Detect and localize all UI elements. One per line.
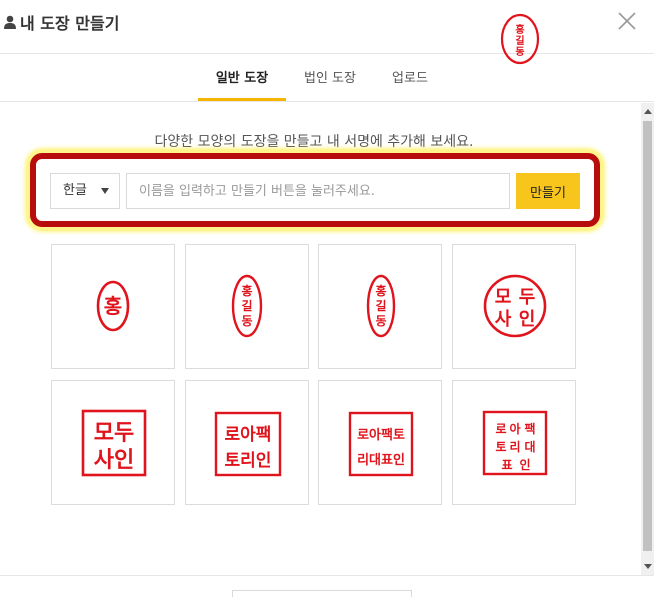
dialog-title: 내 도장 만들기 [4,10,119,34]
stamp-oval-single-text: 홍 [104,294,122,318]
stamp-option-square-3x2[interactable]: 로아팩 토리인 [185,380,309,505]
stamp-option-oval-single[interactable]: 홍 [51,244,175,369]
stamp-dense-char-6: 대 [524,440,535,454]
scroll-up-icon[interactable] [644,109,652,114]
stamp-oval-vertical-2-char-3: 동 [375,314,386,328]
make-button[interactable]: 만들기 [516,173,580,209]
tab-corporate-stamp[interactable]: 법인 도장 [290,54,370,101]
stamp-oval-vertical-char-2: 길 [241,299,252,313]
stamp-dense-char-3: 팩 [524,421,535,436]
stamp-oval-vertical-char-3: 동 [241,314,252,328]
dialog-footer [0,575,654,597]
content-scrollbar[interactable] [641,103,654,575]
user-icon [4,15,16,29]
stamp-form: 한글 만들기 [30,153,600,227]
stamp-option-oval-vertical[interactable]: 홍 길 동 [185,244,309,369]
content-subtitle: 다양한 모양의 도장을 만들고 내 서명에 추가해 보세요. [154,134,474,150]
stamp-oval-vertical-2-char-1: 홍 [375,283,386,298]
stamp-square-3x2-line-1: 로아팩 [225,425,272,445]
stamp-option-circle-grid[interactable]: 모 두 사 인 [452,244,576,369]
dialog-title-text: 내 도장 만들기 [20,14,120,33]
stamp-oval-vertical-char-1: 홍 [241,283,252,298]
stamp-option-square-2x2[interactable]: 모두 사인 [51,380,175,505]
tab-upload[interactable]: 업로드 [374,54,446,101]
stamp-circle-char-2: 두 [519,287,536,308]
stamp-dialog: 내 도장 만들기 홍 길 동 일반 도장 법인 도장 업로드 다양한 모양의 도… [0,0,654,597]
stamp-oval-vertical-2-char-2: 길 [375,299,386,313]
scroll-thumb[interactable] [643,121,652,551]
stamp-dense-char-4: 토 [495,440,506,454]
close-button[interactable] [616,10,638,32]
stamp-circle-char-4: 인 [519,309,536,330]
caret-down-icon [101,188,109,194]
preview-stamp-char-1: 홍 [515,23,524,36]
dialog-header: 내 도장 만들기 홍 길 동 [0,0,654,65]
stamp-square-4x2-line-2: 리대표인 [357,452,405,468]
stamp-dense-char-1: 로 [495,422,506,436]
stamp-square-4x2-line-1: 로아팩토 [357,427,405,443]
close-icon [618,12,636,30]
stamp-option-square-dense[interactable]: 로 아 팩 토 리 대 표 인 [452,380,576,505]
stamp-dense-char-7: 표 [501,458,512,472]
scroll-down-icon[interactable] [644,564,652,569]
stamp-square-2x2-line-2: 사인 [94,448,134,473]
stamp-dense-char-5: 리 [509,439,520,454]
language-select[interactable]: 한글 [50,173,120,209]
stamp-dense-char-8: 인 [519,457,530,472]
stamp-dense-char-2: 아 [509,421,520,436]
stamp-circle-char-3: 사 [495,309,512,330]
name-input[interactable] [126,173,510,209]
stamp-circle-char-1: 모 [495,287,512,308]
language-select-value: 한글 [63,183,87,198]
tab-bar: 일반 도장 법인 도장 업로드 [0,54,654,102]
stamp-square-3x2-line-2: 토리인 [225,451,272,471]
preview-stamp-char-2: 길 [515,34,524,47]
stamp-square-2x2-line-1: 모두 [94,421,134,446]
footer-button[interactable] [232,590,412,597]
tab-general-stamp[interactable]: 일반 도장 [198,54,286,101]
stamp-option-oval-vertical-2[interactable]: 홍 길 동 [318,244,442,369]
stamp-option-square-4x2[interactable]: 로아팩토 리대표인 [318,380,442,505]
stamp-content: 다양한 모양의 도장을 만들고 내 서명에 추가해 보세요. 한글 만들기 홍 [0,103,641,575]
